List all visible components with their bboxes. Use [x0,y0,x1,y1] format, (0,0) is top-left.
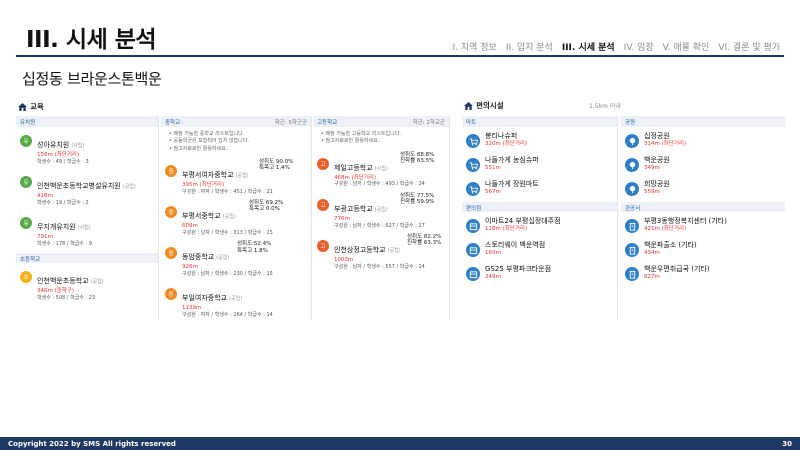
school-rates: 성취도 52.4% 특목고 1.8% [237,241,272,254]
middle-school-panel: 중학교 학군: 5학군군 • 배정 가능한 중학교 리스트입니다. • 공동학군… [161,116,312,321]
kindergarten-badge: 유 [20,217,32,230]
kindergarten-badge: 유 [20,176,32,189]
tree-icon [625,158,639,172]
mart-title: 마트 [462,116,617,127]
high-school-badge: 고 [317,157,329,170]
home-icon [464,101,473,110]
store-icon [466,243,480,257]
public-office-title: 관공서 [621,202,785,212]
tree-icon [625,134,639,148]
list-item[interactable]: 봉티나슈퍼 320m (최단거리) [462,127,617,151]
nav-item-region[interactable]: I. 지역 정보 [452,40,496,53]
elementary-title: 초등학교 [16,253,158,264]
middle-school-notes: • 배정 가능한 중학교 리스트입니다. • 공동학군은 포함되어 있지 않습니… [169,131,249,152]
list-item[interactable]: 나들가게 장원마트 567m [462,175,617,199]
list-item[interactable]: 희망공원 559m [621,175,785,199]
list-item[interactable]: 유 인천백운초등학교병설유치원 (공립) 418m 학생수 : 19 / 학급수 … [16,168,158,209]
list-item[interactable]: 중 부일여자중학교 (공립) 1139m 구성원 : 여자 / 학생수 : 264… [161,280,311,321]
kindergarten-panel: 유치원 유 성아유치원 (사립) 156m (최단거리) 학생수 : 49 / 학… [16,116,159,321]
list-item[interactable]: 백운우편취급국 (기타) 827m [621,260,785,284]
nav-item-price[interactable]: III. 시세 분석 [562,40,615,53]
high-school-badge: 고 [317,239,329,252]
list-item[interactable]: 스토리웨이 백운역점 165m [462,236,617,260]
list-item[interactable]: 고 부광고등학교 (공립) 776m 구성원 : 남자 / 학생수 : 627 /… [313,191,449,232]
elementary-badge: 초 [20,271,32,284]
middle-school-badge: 중 [165,205,177,218]
kindergarten-badge: 유 [20,135,32,147]
cart-icon [466,158,480,172]
list-item[interactable]: GS25 부평파크타운점 249m [462,260,617,284]
list-item[interactable]: 고 인천상정고등학교 (공립) 1003m 구성원 : 남자 / 학생수 : 55… [313,232,449,273]
cart-icon [466,134,480,148]
list-item[interactable]: 중 부평서여자중학교 (공립) 395m (최단거리) 구성원 : 여자 / 학생… [161,157,311,198]
middle-school-badge: 중 [165,164,177,177]
cart-icon [466,182,480,196]
high-school-title: 고등학교 학군: 2학교군 [313,116,449,127]
mart-panel: 마트 봉티나슈퍼 320m (최단거리) 나들가게 농심슈퍼 551m 나들가게 장… [462,116,618,321]
school-rates: 성취도 77.5% 진학률 59.9% [400,192,435,206]
list-item[interactable]: 중 부평서중학교 (공립) 609m 구성원 : 남자 / 학생수 : 313 /… [161,198,311,239]
middle-school-badge: 중 [165,247,177,259]
high-school-notes: • 배정 가능한 고등학교 리스트입니다. • 참고자료로만 활용하세요. [321,131,401,145]
middle-school-title: 중학교 학군: 5학군군 [161,116,311,127]
home-icon [18,102,27,111]
park-panel: 공원 십정공원 314m (최단거리) 백운공원 349m 희망공원 559m 관공서… [621,116,785,321]
facilities-heading: 편의시설 [464,100,504,111]
tree-icon [625,182,639,196]
nav-item-conclusion[interactable]: VI. 결론 및 평가 [718,40,780,53]
list-item[interactable]: 중 동암중학교 (공립) 926m 구성원 : 남자 / 학생수 : 230 / … [161,239,311,280]
copyright-text: Copyright 2022 by SMS All rights reserve… [8,439,176,448]
list-item[interactable]: 백운파출소 (기타) 434m [621,236,785,260]
list-item[interactable]: 부평3동행정복지센터 (기타) 421m (최단거리) [621,212,785,236]
high-school-badge: 고 [317,198,329,211]
list-item[interactable]: 유 무지개유치원 (사립) 791m 학생수 : 178 / 학급수 : 9 [16,209,158,250]
middle-school-badge: 중 [165,288,177,301]
convenience-title: 편의점 [462,202,617,212]
school-rates: 성취도 90.0% 특목고 1.4% [259,158,294,172]
park-title: 공원 [621,116,785,127]
school-rates: 성취도 88.8% 진학률 63.5% [400,151,435,165]
page-title: III. 시세 분석 [26,27,157,53]
store-icon [466,219,480,233]
list-item[interactable]: 이마트24 부평십정대주점 128m (최단거리) [462,212,617,236]
list-item[interactable]: 백운공원 349m [621,151,785,175]
facilities-range: 1.5km 이내 [589,103,621,110]
high-school-panel: 고등학교 학군: 2학교군 • 배정 가능한 고등학교 리스트입니다. • 참고… [313,116,450,321]
list-item[interactable]: 고 제일고등학교 (사립) 468m (최단거리) 구성원 : 남자 / 학생수 … [313,150,449,191]
section-nav: I. 지역 정보 II. 입지 분석 III. 시세 분석 IV. 임장 V. … [452,40,780,53]
list-item[interactable]: 십정공원 314m (최단거리) [621,127,785,151]
building-icon [625,243,639,257]
nav-item-site-visit[interactable]: IV. 임장 [624,40,654,53]
building-icon [625,219,639,233]
nav-item-listing[interactable]: V. 매물 확인 [663,40,710,53]
title-divider [16,55,784,57]
building-icon [625,267,639,281]
footer-bar: Copyright 2022 by SMS All rights reserve… [0,437,800,450]
list-item[interactable]: 유 성아유치원 (사립) 156m (최단거리) 학생수 : 49 / 학급수 :… [16,127,158,168]
page-number: 30 [782,439,792,448]
nav-item-location[interactable]: II. 입지 분석 [506,40,553,53]
list-item[interactable]: 초 인천백운초등학교 (공립) 346m (중학구) 학생수 : 508 / 학급… [16,263,158,304]
kindergarten-title: 유치원 [16,116,158,127]
school-rates: 성취도 69.2% 특목고 0.0% [249,199,284,213]
apartment-name: 십정동 브라운스톤백운 [22,70,162,88]
education-heading: 교육 [18,101,44,112]
list-item[interactable]: 나들가게 농심슈퍼 551m [462,151,617,175]
school-rates: 성취도 82.2% 진학률 63.3% [407,233,442,247]
store-icon [466,267,480,281]
